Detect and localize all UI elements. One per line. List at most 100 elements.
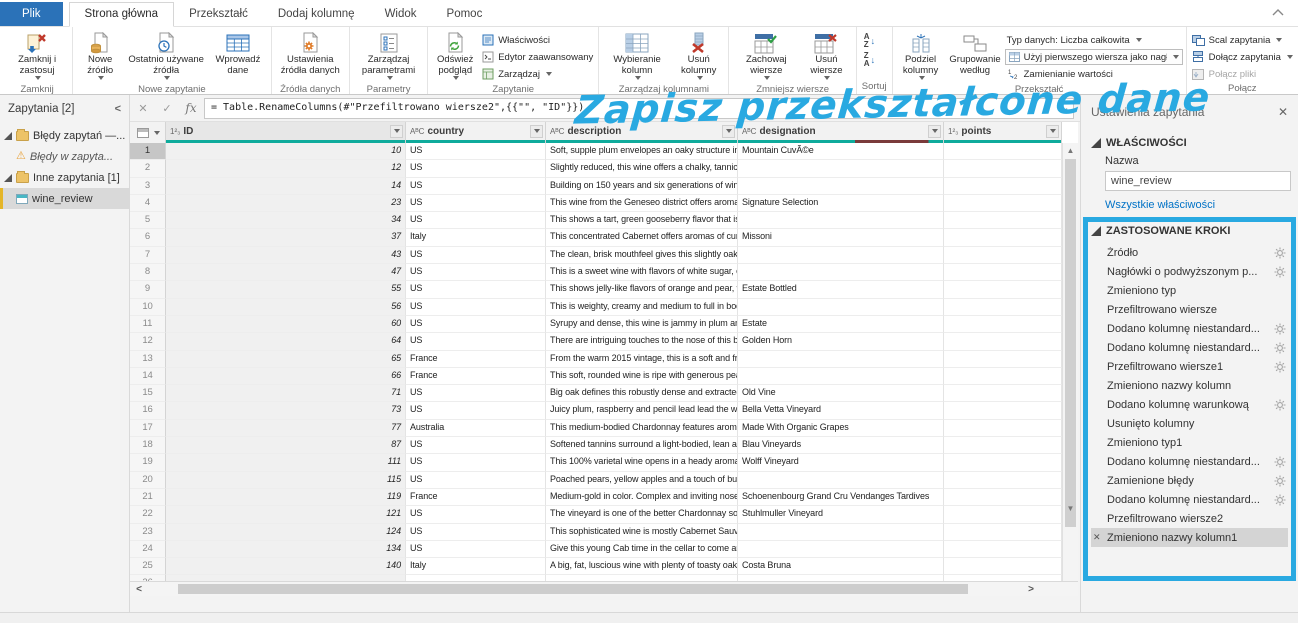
cell-designation[interactable] — [738, 178, 944, 195]
recent-sources-button[interactable]: Ostatnio używane źródła — [124, 29, 208, 83]
cell-points[interactable] — [944, 333, 1062, 350]
cell-designation[interactable]: Old Vine — [738, 385, 944, 402]
table-row[interactable]: 21 119 France Medium-gold in color. Comp… — [130, 489, 1078, 506]
cell-country[interactable]: France — [406, 368, 546, 385]
cell-designation[interactable] — [738, 524, 944, 541]
remove-rows-button[interactable]: Usuń wiersze — [800, 29, 853, 83]
cell-country[interactable]: US — [406, 472, 546, 489]
applied-step-item[interactable]: Zmieniono typ — [1091, 281, 1288, 300]
table-row[interactable]: 7 43 US The clean, brisk mouthfeel gives… — [130, 247, 1078, 264]
vertical-scrollbar[interactable]: ▲ ▼ — [1062, 143, 1078, 581]
table-row[interactable]: 9 55 US This shows jelly-like flavors of… — [130, 281, 1078, 298]
row-number[interactable]: 3 — [130, 178, 166, 195]
table-row[interactable]: 25 140 Italy A big, fat, luscious wine w… — [130, 558, 1078, 575]
cell-points[interactable] — [944, 420, 1062, 437]
scroll-down-icon[interactable]: ▼ — [1063, 501, 1078, 515]
tab-widok[interactable]: Widok — [370, 3, 432, 26]
row-number[interactable]: 16 — [130, 402, 166, 419]
append-queries-button[interactable]: Dołącz zapytania — [1190, 49, 1295, 65]
cell-description[interactable]: The clean, brisk mouthfeel gives this sl… — [546, 247, 738, 264]
cell-id[interactable]: 73 — [166, 402, 406, 419]
cell-points[interactable] — [944, 160, 1062, 177]
cell-id[interactable]: 23 — [166, 195, 406, 212]
cell-id[interactable]: 71 — [166, 385, 406, 402]
cell-points[interactable] — [944, 212, 1062, 229]
table-row[interactable]: 2 12 US Slightly reduced, this wine offe… — [130, 160, 1078, 177]
cell-description[interactable]: This medium-bodied Chardonnay features a… — [546, 420, 738, 437]
row-number[interactable]: 25 — [130, 558, 166, 575]
close-and-apply-button[interactable]: Zamknij i zastosuj — [5, 29, 69, 83]
advanced-editor-button[interactable]: Edytor zaawansowany — [479, 49, 595, 65]
refresh-preview-button[interactable]: Odśwież podgląd — [431, 29, 479, 83]
row-number[interactable]: 26 — [130, 575, 166, 582]
cell-points[interactable] — [944, 575, 1062, 582]
cell-designation[interactable]: Stuhlmuller Vineyard — [738, 506, 944, 523]
applied-step-item[interactable]: Zamienione błędy — [1091, 471, 1288, 490]
applied-step-item[interactable]: Przefiltrowano wiersze2 — [1091, 509, 1288, 528]
cell-country[interactable]: France — [406, 489, 546, 506]
cell-points[interactable] — [944, 402, 1062, 419]
cell-description[interactable]: This is a sweet wine with flavors of whi… — [546, 264, 738, 281]
cell-description[interactable]: This wine from the Geneseo district offe… — [546, 195, 738, 212]
cell-description[interactable]: This concentrated Cabernet offers aromas… — [546, 229, 738, 246]
cell-description[interactable] — [546, 575, 738, 582]
cell-designation[interactable] — [738, 351, 944, 368]
cell-description[interactable]: Syrupy and dense, this wine is jammy in … — [546, 316, 738, 333]
step-settings-gear-icon[interactable] — [1274, 475, 1286, 487]
step-settings-gear-icon[interactable] — [1274, 342, 1286, 354]
cell-id[interactable]: 55 — [166, 281, 406, 298]
step-settings-gear-icon[interactable] — [1274, 323, 1286, 335]
cell-id[interactable]: 77 — [166, 420, 406, 437]
filter-icon[interactable] — [530, 125, 543, 138]
row-number[interactable]: 11 — [130, 316, 166, 333]
cell-country[interactable]: US — [406, 402, 546, 419]
cell-description[interactable]: This soft, rounded wine is ripe with gen… — [546, 368, 738, 385]
cell-description[interactable]: This sophisticated wine is mostly Cabern… — [546, 524, 738, 541]
cell-id[interactable]: 121 — [166, 506, 406, 523]
cell-id[interactable]: 43 — [166, 247, 406, 264]
cell-id[interactable]: 60 — [166, 316, 406, 333]
cell-points[interactable] — [944, 264, 1062, 281]
cell-id[interactable]: 56 — [166, 299, 406, 316]
cell-points[interactable] — [944, 489, 1062, 506]
cell-points[interactable] — [944, 299, 1062, 316]
step-settings-gear-icon[interactable] — [1274, 266, 1286, 278]
cell-id[interactable]: 37 — [166, 229, 406, 246]
row-number[interactable]: 21 — [130, 489, 166, 506]
query-tree-item[interactable]: Błędy zapytań —... — [0, 125, 129, 146]
table-corner-menu[interactable] — [130, 122, 166, 143]
step-settings-gear-icon[interactable] — [1274, 456, 1286, 468]
table-row[interactable]: 11 60 US Syrupy and dense, this wine is … — [130, 316, 1078, 333]
cell-id[interactable]: 64 — [166, 333, 406, 350]
cell-id[interactable] — [166, 575, 406, 582]
table-row[interactable]: 13 65 France From the warm 2015 vintage,… — [130, 351, 1078, 368]
cell-country[interactable]: US — [406, 195, 546, 212]
cell-designation[interactable] — [738, 541, 944, 558]
query-tree-item[interactable]: ⚠ Błędy w zapyta... — [0, 146, 129, 167]
cell-id[interactable]: 66 — [166, 368, 406, 385]
cell-designation[interactable]: Made With Organic Grapes — [738, 420, 944, 437]
cell-country[interactable]: US — [406, 160, 546, 177]
row-number[interactable]: 20 — [130, 472, 166, 489]
table-row[interactable]: 19 111 US This 100% varietal wine opens … — [130, 454, 1078, 471]
table-row[interactable]: 14 66 France This soft, rounded wine is … — [130, 368, 1078, 385]
row-number[interactable]: 9 — [130, 281, 166, 298]
collapse-ribbon-icon[interactable] — [1272, 9, 1282, 15]
row-number[interactable]: 10 — [130, 299, 166, 316]
table-row[interactable]: 24 134 US Give this young Cab time in th… — [130, 541, 1078, 558]
cell-points[interactable] — [944, 506, 1062, 523]
applied-step-item[interactable]: Zmieniono typ1 — [1091, 433, 1288, 452]
cell-points[interactable] — [944, 281, 1062, 298]
cell-country[interactable]: US — [406, 281, 546, 298]
collapse-queries-pane-icon[interactable]: < — [115, 103, 121, 115]
cell-country[interactable]: US — [406, 524, 546, 541]
query-tree-item[interactable]: Inne zapytania [1] — [0, 167, 129, 188]
cell-country[interactable]: France — [406, 351, 546, 368]
expander-icon[interactable] — [4, 174, 12, 182]
cell-designation[interactable] — [738, 472, 944, 489]
cell-description[interactable]: Juicy plum, raspberry and pencil lead le… — [546, 402, 738, 419]
table-row[interactable]: 10 56 US This is weighty, creamy and med… — [130, 299, 1078, 316]
cell-id[interactable]: 47 — [166, 264, 406, 281]
column-header-id[interactable]: 1²₃ ID — [166, 122, 406, 143]
applied-step-item[interactable]: Przefiltrowano wiersze — [1091, 300, 1288, 319]
